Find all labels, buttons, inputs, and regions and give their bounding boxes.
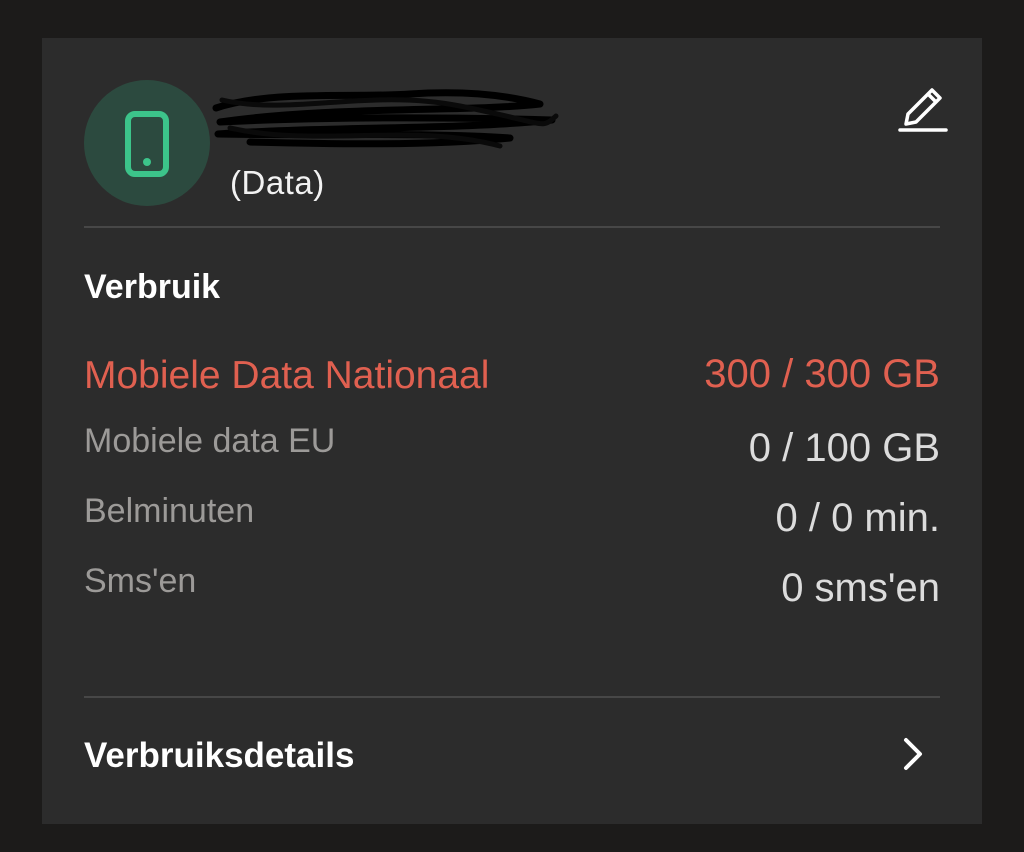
usage-label: Mobiele data EU	[84, 422, 336, 460]
line-avatar	[84, 80, 210, 206]
pencil-icon	[898, 88, 948, 132]
usage-label: Mobiele Data Nationaal	[84, 354, 490, 397]
chevron-right-icon	[904, 738, 922, 770]
usage-row: Belminuten 0 / 0 min.	[84, 492, 940, 542]
usage-details-link[interactable]: Verbruiksdetails	[84, 730, 940, 786]
redacted-phone-number	[212, 89, 559, 149]
edit-button[interactable]	[894, 82, 950, 134]
usage-row: Mobiele data EU 0 / 100 GB	[84, 422, 940, 472]
usage-value: 300 / 300 GB	[704, 352, 940, 396]
header-divider	[84, 226, 940, 228]
usage-row: Mobiele Data Nationaal 300 / 300 GB	[84, 352, 940, 404]
footer-divider	[84, 696, 940, 698]
usage-label: Sms'en	[84, 562, 197, 600]
usage-row: Sms'en 0 sms'en	[84, 562, 940, 612]
smartphone-icon	[125, 111, 169, 177]
subscription-card: (Data) Verbruik Mobiele Data Nationaal 3…	[42, 38, 982, 824]
line-type-label: (Data)	[230, 164, 325, 201]
usage-details-label: Verbruiksdetails	[84, 736, 355, 775]
usage-value: 0 / 100 GB	[748, 426, 940, 470]
usage-value: 0 sms'en	[781, 566, 940, 610]
usage-label: Belminuten	[84, 492, 255, 530]
usage-value: 0 / 0 min.	[775, 496, 940, 540]
usage-title: Verbruik	[84, 268, 221, 306]
